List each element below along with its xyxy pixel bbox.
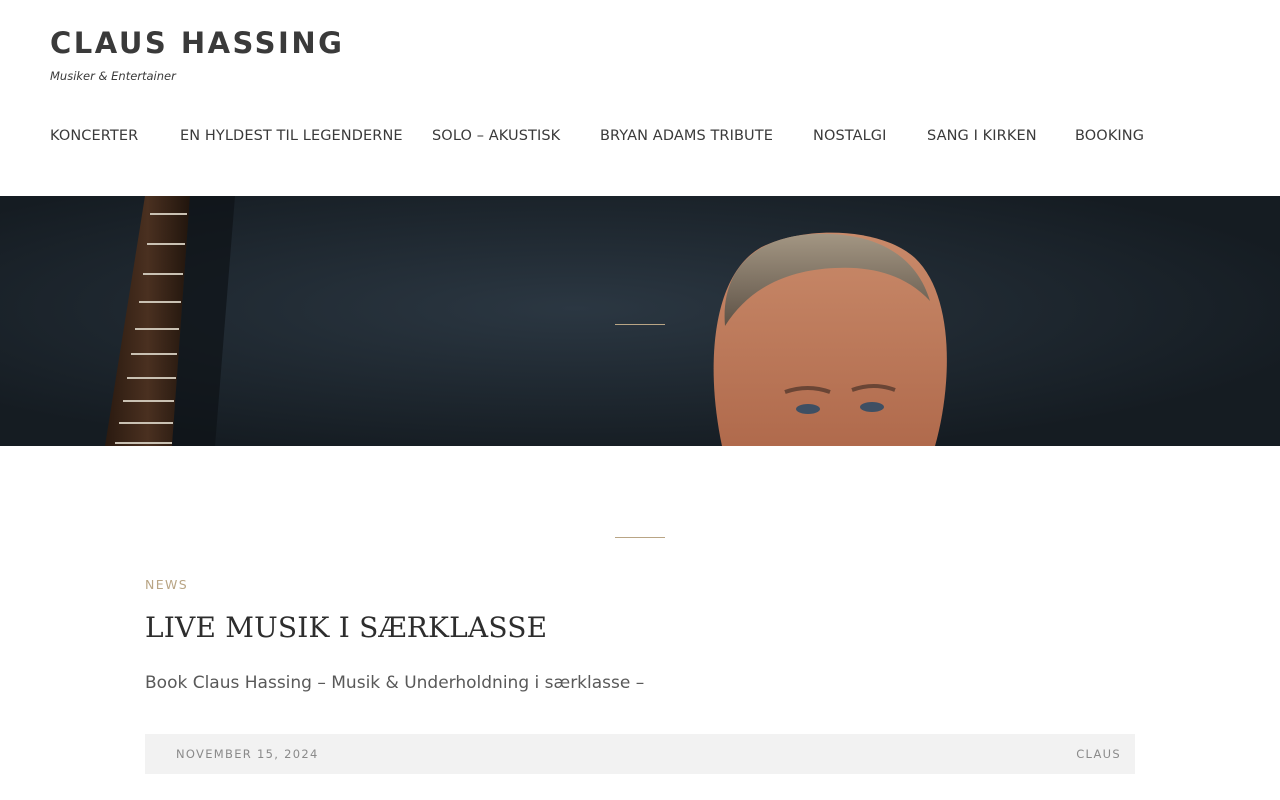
site-title[interactable]: CLAUS HASSING bbox=[50, 26, 344, 60]
nav-item-koncerter[interactable]: KONCERTER bbox=[50, 128, 138, 144]
post-author-link[interactable]: CLAUS bbox=[1076, 747, 1121, 761]
content-divider bbox=[615, 537, 665, 538]
nav-item-bryan-adams-tribute[interactable]: BRYAN ADAMS TRIBUTE bbox=[600, 128, 773, 144]
post-excerpt: Book Claus Hassing – Musik & Underholdni… bbox=[145, 673, 645, 693]
post-date-link[interactable]: NOVEMBER 15, 2024 bbox=[176, 747, 319, 761]
main-nav: KONCERTER EN HYLDEST TIL LEGENDERNE SOLO… bbox=[0, 128, 1280, 152]
hero-banner bbox=[0, 196, 1280, 446]
post-title-link[interactable]: LIVE MUSIK I SÆRKLASSE bbox=[145, 611, 547, 644]
hero-divider bbox=[615, 324, 665, 325]
hero-photo bbox=[0, 196, 1280, 446]
nav-item-en-hyldest-til-legenderne[interactable]: EN HYLDEST TIL LEGENDERNE bbox=[180, 128, 403, 144]
nav-item-booking[interactable]: BOOKING bbox=[1075, 128, 1144, 144]
post-category-link[interactable]: NEWS bbox=[145, 577, 188, 592]
site-tagline: Musiker & Entertainer bbox=[50, 69, 176, 83]
post-meta-bar: NOVEMBER 15, 2024 CLAUS bbox=[145, 734, 1135, 774]
nav-item-sang-i-kirken[interactable]: SANG I KIRKEN bbox=[927, 128, 1037, 144]
nav-item-solo-akustisk[interactable]: SOLO – AKUSTISK bbox=[432, 128, 560, 144]
portrait-shape bbox=[713, 232, 947, 446]
site-header: CLAUS HASSING Musiker & Entertainer KONC… bbox=[0, 0, 1280, 196]
nav-item-nostalgi[interactable]: NOSTALGI bbox=[813, 128, 887, 144]
